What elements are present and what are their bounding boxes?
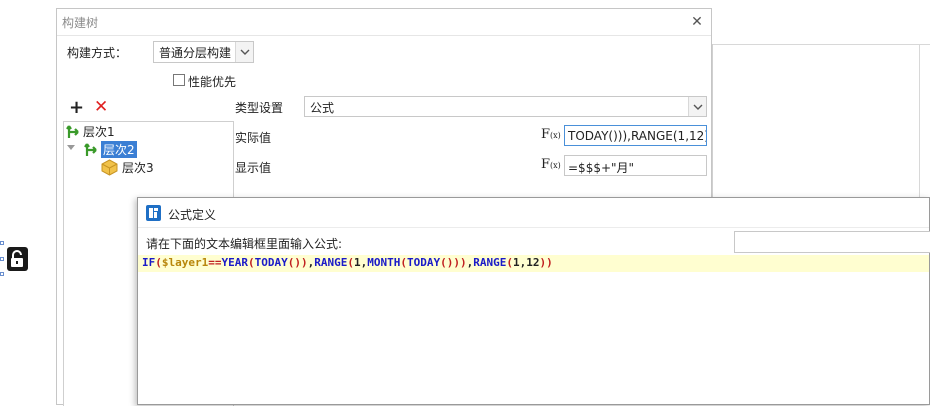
collapse-icon[interactable] xyxy=(67,145,75,151)
tree-node-label: 层次3 xyxy=(122,161,154,175)
type-setting-label: 类型设置 xyxy=(235,101,284,115)
tree-node-label: 层次2 xyxy=(101,141,137,158)
tree-node-layer1[interactable]: 层次1 xyxy=(64,122,233,140)
background-panel xyxy=(712,44,930,204)
dialog-title: 构建树 xyxy=(62,16,99,30)
formula-token: ( xyxy=(347,256,354,269)
formula-token: ( xyxy=(247,256,255,269)
formula-editor[interactable]: IF($layer1==YEAR(TODAY()),RANGE(1,MONTH(… xyxy=(142,256,553,269)
divider xyxy=(919,44,920,204)
formula-token: 12 xyxy=(526,256,540,269)
performance-first-checkbox[interactable] xyxy=(173,74,185,86)
formula-token: ( xyxy=(400,256,407,269)
actual-value-field[interactable]: TODAY())),RANGE(1,12)) xyxy=(564,125,707,146)
resize-handle[interactable] xyxy=(0,272,4,276)
formula-icon[interactable]: F(x) xyxy=(541,157,561,172)
dialog-titlebar[interactable]: 公式定义 xyxy=(138,198,929,228)
dialog-titlebar[interactable]: 构建树 ✕ xyxy=(57,9,711,36)
chevron-down-icon[interactable] xyxy=(688,97,706,116)
formula-token: )) xyxy=(539,256,553,269)
finereport-logo-icon xyxy=(146,205,161,221)
tree-node-layer3[interactable]: 层次3 xyxy=(64,158,233,176)
display-value-label: 显示值 xyxy=(235,161,272,175)
formula-token: ( xyxy=(506,256,513,269)
package-icon xyxy=(101,159,118,176)
performance-first-label: 性能优先 xyxy=(188,75,237,89)
build-mode-select[interactable]: 普通分层构建 xyxy=(153,41,254,63)
dialog-title: 公式定义 xyxy=(168,208,217,222)
formula-definition-dialog: 公式定义 请在下面的文本编辑框里面输入公式: IF($layer1==YEAR(… xyxy=(137,197,930,405)
actual-value-label: 实际值 xyxy=(235,131,272,145)
formula-token: TODAY xyxy=(254,256,288,269)
formula-token: 1 xyxy=(512,256,520,269)
build-mode-label: 构建方式： xyxy=(67,46,128,60)
formula-token: RANGE xyxy=(314,256,348,269)
chevron-down-icon[interactable] xyxy=(235,42,253,62)
formula-token: ())) xyxy=(440,256,467,269)
formula-token: TODAY xyxy=(406,256,441,269)
delete-icon[interactable]: ✕ xyxy=(94,97,108,117)
formula-token: RANGE xyxy=(473,256,507,269)
tree-node-icon xyxy=(84,143,97,156)
type-setting-select[interactable]: 公式 xyxy=(304,96,707,117)
formula-token: == xyxy=(208,256,222,269)
resize-handle[interactable] xyxy=(0,241,4,245)
formula-token: YEAR xyxy=(221,256,248,269)
formula-prompt: 请在下面的文本编辑框里面输入公式: xyxy=(146,237,343,251)
formula-token: 1 xyxy=(353,256,361,269)
formula-token: MONTH xyxy=(367,256,401,269)
resize-handle[interactable] xyxy=(0,257,4,261)
tree-node-icon xyxy=(66,125,79,138)
formula-token: ( xyxy=(155,256,162,269)
formula-icon[interactable]: F(x) xyxy=(541,127,561,142)
display-value-field[interactable]: =$$$+"月" xyxy=(564,155,707,176)
close-icon[interactable]: ✕ xyxy=(689,14,705,30)
formula-token: $layer1 xyxy=(161,256,209,269)
tree-node-layer2[interactable]: 层次2 xyxy=(64,140,233,158)
tree-node-label: 层次1 xyxy=(83,125,115,139)
function-search-input[interactable] xyxy=(734,231,930,253)
left-panel xyxy=(0,44,57,405)
type-setting-value: 公式 xyxy=(310,101,335,115)
build-mode-value: 普通分层构建 xyxy=(159,46,232,60)
formula-token: IF xyxy=(142,256,156,269)
formula-token: ()) xyxy=(287,256,308,269)
add-icon[interactable]: + xyxy=(69,97,84,118)
unlock-icon[interactable] xyxy=(7,247,28,271)
